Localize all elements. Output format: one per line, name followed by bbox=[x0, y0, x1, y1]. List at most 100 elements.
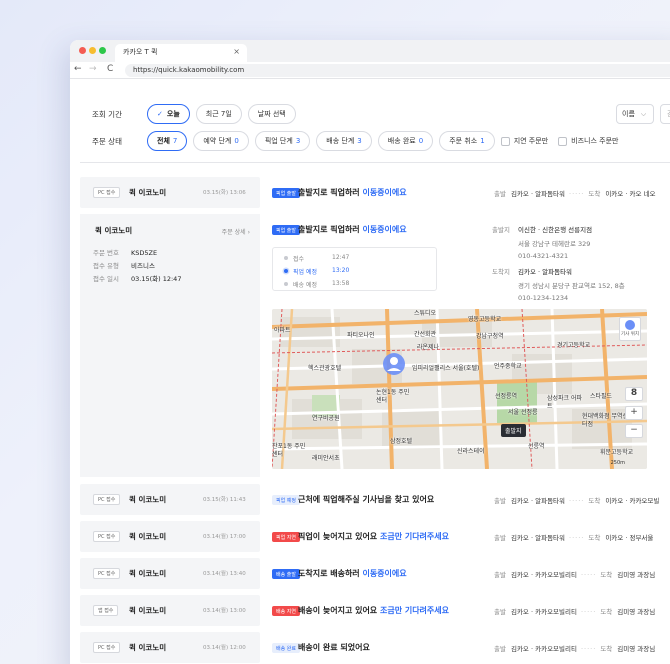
service-name: 퀵 이코노미 bbox=[129, 495, 167, 504]
map-label: 논현1동 주민센터 bbox=[376, 389, 410, 404]
driver-icon bbox=[625, 320, 635, 330]
route-summary: 출발 김카오 · 알파돔타워 ····· 도착 이카오 · 정부서울 bbox=[494, 534, 654, 542]
channel-badge: 앱 접수 bbox=[93, 605, 119, 616]
business-only-checkbox[interactable]: 비즈니스 주문만 bbox=[558, 136, 618, 146]
status-all-button[interactable]: 전체 7 bbox=[147, 131, 188, 151]
route-summary: 출발 김카오 · 알파돔타워 ····· 도착 이카오 · 카오 네오 bbox=[494, 190, 656, 198]
url-field[interactable]: https://quick.kakaomobility.com bbox=[125, 64, 670, 77]
order-row-expanded[interactable]: 퀵 이코노미 주문 상세 › 주문 번호 KSD5ZE 접수 유형 비즈니스 접수 … bbox=[80, 214, 670, 477]
status-badge: 배송 지연 bbox=[272, 606, 300, 616]
order-status: 픽업 출발 출발지로 픽업하러 이동중이에요 출발 김카오 · 알파돔타워 ····… bbox=[262, 177, 670, 208]
sort-select[interactable]: 이름 ⌵ bbox=[616, 104, 654, 124]
delivery-timeline: 접수 12:47 픽업 예정 13:20 배송 예정 13:58 bbox=[272, 247, 437, 291]
checkbox-icon bbox=[500, 136, 510, 146]
map-label: 간선회관 bbox=[414, 331, 437, 338]
order-date: 03.14(월) 13:40 bbox=[203, 571, 246, 577]
order-date: 03.15(화) 11:43 bbox=[203, 497, 246, 503]
status-message: 배송이 완료 되었어요 bbox=[298, 643, 370, 652]
route-summary: 출발 김카오 · 카카오모빌리티 ····· 도착 김미영 과장님 bbox=[494, 571, 656, 579]
order-date: 03.15(화) 13:06 bbox=[203, 190, 246, 196]
zoom-out-button[interactable]: − bbox=[625, 424, 643, 438]
map-label: 스타필드 bbox=[590, 393, 613, 400]
pickup-pin[interactable]: 출발지 bbox=[501, 424, 526, 437]
status-cancel-button[interactable]: 주문 취소 1 bbox=[439, 131, 495, 151]
status-message: 출발지로 픽업하러 이동중이에요 bbox=[298, 225, 407, 234]
period-7days-button[interactable]: 최근 7일 bbox=[195, 104, 242, 124]
order-summary: PC 접수 퀵 이코노미 03.14(월) 13:40 bbox=[80, 558, 260, 589]
order-date: 03.14(월) 13:00 bbox=[203, 608, 246, 614]
status-filter-row: 주문 상태 전체 7 예약 단계 0 픽업 단계 3 배송 단계 3 배송 완료 0 주문… bbox=[92, 131, 628, 151]
chevron-right-icon: › bbox=[247, 229, 250, 236]
delay-only-checkbox[interactable]: 지연 주문만 bbox=[500, 136, 548, 146]
order-detail-link[interactable]: 주문 상세 › bbox=[222, 227, 250, 236]
status-badge: 배송 출발 bbox=[272, 569, 300, 579]
status-badge: 픽업 출발 bbox=[272, 188, 300, 198]
map-label: 경기고등학교 bbox=[557, 342, 591, 349]
status-badge: 픽업 지연 bbox=[272, 532, 300, 542]
status-reserved-button[interactable]: 예약 단계 0 bbox=[193, 131, 249, 151]
maximize-window-button[interactable] bbox=[99, 47, 106, 54]
address-bar: ← → C https://quick.kakaomobility.com bbox=[70, 62, 670, 79]
order-row[interactable]: 앱 접수 퀵 이코노미 03.14(월) 13:00 배송 지연 배송이 늦어지… bbox=[80, 595, 670, 626]
status-message: 도착지로 배송하러 이동중이에요 bbox=[298, 569, 407, 578]
map-roads bbox=[272, 309, 647, 469]
browser-tabbar: 카카오 T 퀵 × bbox=[70, 40, 670, 62]
map-label: 스튜디오 bbox=[414, 310, 437, 317]
service-name: 퀵 이코노미 bbox=[95, 226, 133, 235]
order-row[interactable]: PC 접수 퀵 이코노미 03.14(월) 12:00 배송 완료 배송이 완료… bbox=[80, 632, 670, 663]
back-arrow-icon[interactable]: ← bbox=[74, 64, 82, 74]
driver-location-button[interactable]: 기사 위치 bbox=[619, 317, 641, 341]
map-label: 서울 선정릉 bbox=[508, 409, 538, 416]
zoom-in-button[interactable]: + bbox=[625, 406, 643, 420]
status-message: 출발지로 픽업하러 이동중이에요 bbox=[298, 188, 407, 197]
channel-badge: PC 접수 bbox=[93, 642, 121, 653]
receiver-info: 도착지 김카오 · 알파돔타워 경기 성남시 분당구 판교역로 152, 8층 0… bbox=[492, 268, 625, 302]
order-date: 03.14(월) 12:00 bbox=[203, 645, 246, 651]
period-filter-row: 조회 기간 ✓ 오늘 최근 7일 날짜 선택 bbox=[92, 104, 302, 124]
status-badge: 픽업 출발 bbox=[272, 225, 300, 235]
status-done-button[interactable]: 배송 완료 0 bbox=[377, 131, 434, 151]
route-summary: 출발 김카오 · 카카오모빌리티 ····· 도착 김미영 과장님 bbox=[494, 645, 656, 653]
period-date-select-button[interactable]: 날짜 선택 bbox=[247, 104, 296, 124]
map-label: 임피리얼팰리스 서울(호텔) bbox=[412, 365, 480, 372]
route-summary: 출발 김카오 · 알파돔타워 ····· 도착 이카오 · 카카오모빌 bbox=[494, 497, 660, 505]
filter-panel: 조회 기간 ✓오늘 최근 7일 날짜 선택 이름⌵ 검색어를 주문 상태 전체7… bbox=[80, 95, 670, 163]
browser-tab[interactable]: 카카오 T 퀵 × bbox=[115, 44, 247, 62]
order-row[interactable]: PC 접수 퀵 이코노미 03.15(화) 13:06 픽업 출발 출발지로 픽… bbox=[80, 177, 670, 208]
service-name: 퀵 이코노미 bbox=[129, 188, 167, 197]
reload-icon[interactable]: C bbox=[107, 64, 113, 74]
check-icon: ✓ bbox=[157, 110, 163, 118]
map-label: 영동고등학교 bbox=[468, 316, 502, 323]
timeline-pickup: 픽업 예정 13:20 bbox=[284, 267, 349, 276]
map-label: 신라스테이 bbox=[457, 448, 485, 455]
order-summary: PC 접수 퀵 이코노미 03.14(월) 17:00 bbox=[80, 521, 260, 552]
order-row[interactable]: PC 접수 퀵 이코노미 03.15(화) 11:43 픽업 예정 근처에 픽업… bbox=[80, 484, 670, 515]
status-pickup-button[interactable]: 픽업 단계 3 bbox=[254, 131, 311, 151]
sender-info: 출발지 이신한 · 신한은행 선릉지점 서울 강남구 테헤란로 329 010-4… bbox=[492, 226, 593, 260]
status-delivery-button[interactable]: 배송 단계 3 bbox=[316, 131, 372, 151]
close-window-button[interactable] bbox=[79, 47, 86, 54]
delivery-map[interactable]: 스튜디오 아파트 파티오나인 라온제나 간선회관 영동고등학교 강남구청역 헥스… bbox=[272, 309, 647, 469]
order-row[interactable]: PC 접수 퀵 이코노미 03.14(월) 17:00 픽업 지연 픽업이 늦어… bbox=[80, 521, 670, 552]
tab-close-icon[interactable]: × bbox=[233, 47, 240, 56]
service-name: 퀵 이코노미 bbox=[129, 569, 167, 578]
sort-search-group: 이름⌵ 검색어를 bbox=[616, 104, 670, 124]
order-status: 픽업 지연 픽업이 늦어지고 있어요 조금만 기다려주세요 출발 김카오 · 알파… bbox=[262, 521, 670, 552]
map-label: 래미안서초 bbox=[312, 455, 340, 462]
service-name: 퀵 이코노미 bbox=[129, 532, 167, 541]
service-name: 퀵 이코노미 bbox=[129, 643, 167, 652]
service-name: 퀵 이코노미 bbox=[129, 606, 167, 615]
forward-arrow-icon[interactable]: → bbox=[89, 64, 97, 74]
map-label: 연구비공원 bbox=[312, 415, 340, 422]
period-today-button[interactable]: ✓ 오늘 bbox=[147, 104, 190, 124]
order-date: 03.14(월) 17:00 bbox=[203, 534, 246, 540]
period-label: 조회 기간 bbox=[92, 109, 122, 119]
status-badge: 배송 완료 bbox=[272, 643, 300, 653]
checkbox-icon bbox=[558, 136, 568, 146]
minimize-window-button[interactable] bbox=[89, 47, 96, 54]
order-row[interactable]: PC 접수 퀵 이코노미 03.14(월) 13:40 배송 출발 도착지로 배… bbox=[80, 558, 670, 589]
map-label: 휘문고등학교 bbox=[600, 449, 634, 456]
status-message: 픽업이 늦어지고 있어요 조금만 기다려주세요 bbox=[298, 532, 449, 541]
search-input[interactable]: 검색어를 bbox=[660, 104, 670, 124]
order-summary: PC 접수 퀵 이코노미 03.15(화) 13:06 bbox=[80, 177, 260, 208]
